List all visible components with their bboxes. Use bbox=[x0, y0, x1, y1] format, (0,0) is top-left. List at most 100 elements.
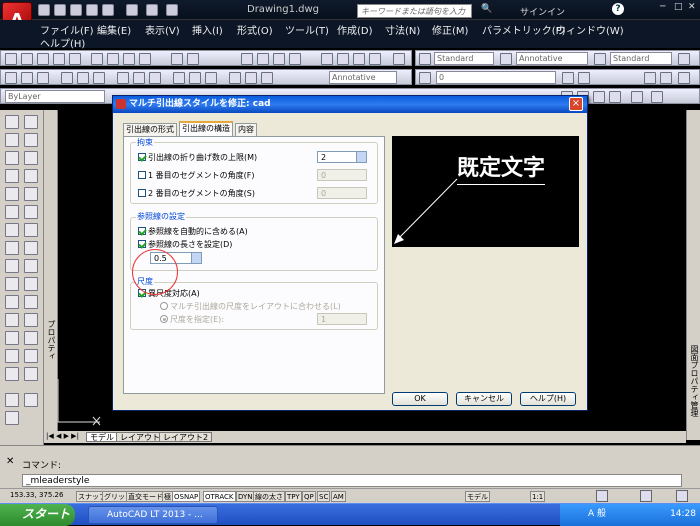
open-icon[interactable] bbox=[21, 53, 33, 65]
dimension-icon[interactable] bbox=[117, 72, 129, 84]
menu-window[interactable]: ウィンドウ(W) bbox=[556, 22, 624, 37]
line-icon[interactable] bbox=[5, 72, 17, 84]
explode-icon[interactable] bbox=[651, 91, 663, 103]
layer-combo[interactable]: 0 bbox=[436, 71, 556, 84]
offset-icon[interactable] bbox=[24, 169, 38, 183]
block-icon[interactable] bbox=[173, 72, 185, 84]
rectangle-icon[interactable] bbox=[5, 187, 19, 201]
layer-previous-icon[interactable] bbox=[562, 72, 574, 84]
max-points-spinner[interactable]: 2 bbox=[317, 151, 367, 163]
dim-style-combo[interactable]: Annotative bbox=[516, 52, 588, 65]
join-icon[interactable] bbox=[24, 331, 38, 345]
menu-parametric[interactable]: パラメトリック(P) bbox=[482, 22, 566, 37]
layer-manager-icon[interactable] bbox=[419, 72, 431, 84]
move-icon[interactable] bbox=[24, 205, 38, 219]
mirror-icon[interactable] bbox=[24, 151, 38, 165]
polygon-icon[interactable] bbox=[93, 72, 105, 84]
tab-nav-icon[interactable]: |◀ ◀ ▶ ▶| bbox=[46, 432, 79, 440]
undo-icon[interactable] bbox=[146, 4, 158, 16]
menu-dimension[interactable]: 寸法(N) bbox=[385, 22, 420, 37]
new-icon[interactable] bbox=[5, 53, 17, 65]
zoom-prev-icon[interactable] bbox=[289, 53, 301, 65]
toggle-am[interactable]: AM bbox=[331, 491, 346, 502]
menu-edit[interactable]: 編集(E) bbox=[97, 22, 131, 37]
undo-icon[interactable] bbox=[171, 53, 183, 65]
toggle-tpy[interactable]: TPY bbox=[285, 491, 302, 502]
save-icon[interactable] bbox=[37, 53, 49, 65]
sheet-set-icon[interactable] bbox=[369, 53, 381, 65]
plot-icon[interactable] bbox=[102, 4, 114, 16]
polygon-icon[interactable] bbox=[5, 169, 19, 183]
cut-icon[interactable] bbox=[91, 53, 103, 65]
text-style-combo[interactable]: Standard bbox=[434, 52, 494, 65]
menu-help[interactable]: ヘルプ(H) bbox=[40, 35, 85, 50]
ok-button[interactable]: OK bbox=[392, 392, 448, 406]
make-current-icon[interactable] bbox=[644, 72, 656, 84]
stretch-icon[interactable] bbox=[24, 259, 38, 273]
redo-icon[interactable] bbox=[166, 4, 178, 16]
layer-state-icon[interactable] bbox=[578, 72, 590, 84]
polyline-icon[interactable] bbox=[21, 72, 33, 84]
point-icon[interactable] bbox=[189, 72, 201, 84]
ime-indicator[interactable]: A 般 bbox=[588, 504, 606, 525]
tab-content[interactable]: 内容 bbox=[235, 123, 257, 136]
table-style-icon[interactable] bbox=[594, 53, 606, 65]
specify-scale-radio[interactable] bbox=[160, 314, 168, 323]
text-icon[interactable] bbox=[245, 72, 257, 84]
mtext-icon[interactable] bbox=[261, 72, 273, 84]
minimize-icon[interactable]: ─ bbox=[660, 2, 665, 12]
close-icon[interactable]: ✕ bbox=[6, 456, 14, 467]
circle-icon[interactable] bbox=[61, 72, 73, 84]
array-icon[interactable] bbox=[24, 187, 38, 201]
max-points-checkbox[interactable] bbox=[138, 152, 146, 161]
point-icon[interactable] bbox=[5, 331, 19, 345]
redo-icon[interactable] bbox=[187, 53, 199, 65]
sheet-manager-strip[interactable]: 図面プロパティ管理 bbox=[686, 110, 700, 440]
scale-icon[interactable] bbox=[24, 241, 38, 255]
mleader-style-icon[interactable] bbox=[678, 53, 690, 65]
extend-icon[interactable] bbox=[609, 91, 621, 103]
trim-icon[interactable] bbox=[24, 277, 38, 291]
help-icon[interactable] bbox=[393, 53, 405, 65]
color-combo[interactable]: ByLayer bbox=[5, 90, 105, 103]
menu-insert[interactable]: 挿入(I) bbox=[192, 22, 223, 37]
workspace-icon[interactable] bbox=[596, 490, 608, 502]
line-icon[interactable] bbox=[5, 115, 19, 129]
rotate-icon[interactable] bbox=[24, 223, 38, 237]
toggle-sc[interactable]: SC bbox=[317, 491, 331, 502]
iso-layer-icon[interactable] bbox=[678, 72, 690, 84]
region-icon[interactable] bbox=[5, 367, 19, 381]
rotate-icon[interactable] bbox=[77, 72, 89, 84]
zoom-window-icon[interactable] bbox=[273, 53, 285, 65]
insert-block-icon[interactable] bbox=[5, 295, 19, 309]
zoom-icon[interactable] bbox=[257, 53, 269, 65]
dim-style-icon[interactable] bbox=[500, 53, 512, 65]
table-icon[interactable] bbox=[5, 393, 19, 407]
tab-layout2[interactable]: レイアウト2 bbox=[159, 432, 213, 442]
mtext-icon[interactable] bbox=[5, 411, 19, 425]
saveas-icon[interactable] bbox=[86, 4, 98, 16]
table-style-combo[interactable]: Standard bbox=[610, 52, 672, 65]
print-icon[interactable] bbox=[53, 53, 65, 65]
copy-icon[interactable] bbox=[107, 53, 119, 65]
search-input[interactable]: キーワードまたは語句を入力 bbox=[357, 4, 472, 18]
open-icon[interactable] bbox=[54, 4, 66, 16]
measure-icon[interactable] bbox=[205, 72, 217, 84]
leader-icon[interactable] bbox=[229, 72, 241, 84]
toggle-lineweight[interactable]: 線の太さ bbox=[253, 491, 285, 502]
hatch-icon[interactable] bbox=[133, 72, 145, 84]
first-seg-checkbox[interactable] bbox=[138, 170, 146, 179]
explode-icon[interactable] bbox=[24, 393, 38, 407]
table-icon[interactable] bbox=[149, 72, 161, 84]
annotation-scale[interactable]: 1:1 bbox=[530, 491, 546, 502]
preview-icon[interactable] bbox=[69, 53, 81, 65]
menu-tools[interactable]: ツール(T) bbox=[285, 22, 329, 37]
signin-link[interactable]: サインイン bbox=[520, 5, 565, 18]
circle-icon[interactable] bbox=[5, 223, 19, 237]
help-icon[interactable]: ? bbox=[612, 3, 624, 15]
command-input[interactable]: _mleaderstyle bbox=[22, 474, 682, 487]
help-button[interactable]: ヘルプ(H) bbox=[520, 392, 576, 406]
search-icon[interactable]: 🔍 bbox=[481, 4, 492, 14]
toggle-dyn[interactable]: DYN bbox=[236, 491, 255, 502]
tab-leader-structure[interactable]: 引出線の構造 bbox=[179, 121, 233, 137]
